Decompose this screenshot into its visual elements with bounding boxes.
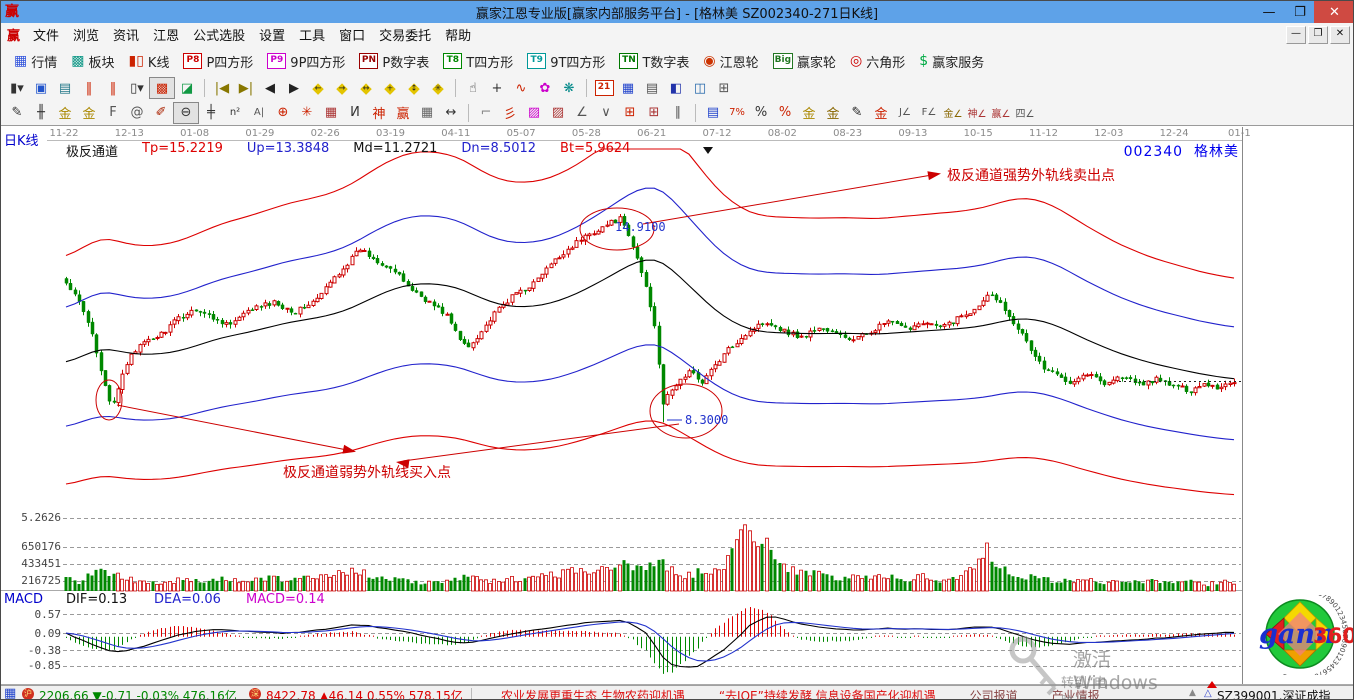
indicator-value: Bt=5.9624 [560, 141, 630, 160]
indicator-value: Md=11.2721 [353, 141, 437, 160]
logo-360-text: 360 [1313, 624, 1354, 648]
buy-point-annotation: 极反通道弱势外轨线买入点 [283, 462, 451, 482]
date-tick-08-23: 08-23 [825, 128, 871, 139]
volume-scale-label: 650176 [5, 540, 61, 553]
price-min-scale-label: 5.2626 [5, 511, 61, 524]
news-ticker: 农业发展更重生态 生物农药迎机遇 “去IOE”持续发酵 信息设备国产化迎机遇 公司报… [501, 687, 1100, 700]
macd-value: MACD=0.14 [246, 592, 325, 607]
sell-annotation-line [643, 175, 932, 224]
channel-dn-line [66, 345, 1234, 440]
macd-scale-label: 0.57 [5, 608, 61, 621]
date-tick-08-02: 08-02 [759, 128, 805, 139]
macd-scale-label: -0.85 [5, 659, 61, 672]
shenzhen-index-icon: 深 [249, 688, 261, 700]
buy-annotation-line-1 [117, 405, 347, 450]
buy-annotation-arrow-1 [342, 445, 356, 454]
application-window: 赢 赢家江恩专业版[赢家内部服务平台] - [格林美 SZ002340-271日… [0, 0, 1354, 700]
trough-price-label: 8.3000 [685, 413, 728, 427]
date-tick-11-12: 11-12 [1021, 128, 1067, 139]
index-flag-icon: △ [1204, 688, 1212, 699]
news-item[interactable]: 公司报道 [970, 687, 1018, 700]
symbol-code: 002340 [1124, 144, 1183, 160]
symbol-name: 格林美 [1194, 144, 1239, 160]
date-tick-01-08: 01-08 [172, 128, 218, 139]
news-item[interactable]: 产业情报 [1052, 687, 1100, 700]
macd-header: MACD DIF=0.13 DEA=0.06 MACD=0.14 [4, 592, 325, 607]
date-tick-07-12: 07-12 [694, 128, 740, 139]
macd-dea-value: DEA=0.06 [154, 592, 246, 607]
status-bar: ▦ 沪 2206.66 ▼-0.71 -0.03% 476.16亿 深 8422… [1, 685, 1353, 700]
shanghai-index-icon: 沪 [22, 688, 34, 700]
date-tick-12-24: 12-24 [1151, 128, 1197, 139]
channel-indicator-header: 极反通道 Tp=15.2219 Up=13.3848 Md=11.2721 Dn=8.… [66, 141, 630, 160]
crash-circle-marker [650, 384, 722, 438]
news-item[interactable]: “去IOE”持续发酵 信息设备国产化迎机遇 [719, 687, 936, 700]
channel-bottom-line [66, 421, 1234, 495]
market-grid-icon[interactable]: ▦ [4, 686, 16, 700]
sell-annotation-arrow [927, 171, 941, 180]
date-tick-03-19: 03-19 [368, 128, 414, 139]
indicator-name[interactable]: 极反通道 [66, 141, 118, 160]
volume-scale-label: 216725 [5, 574, 61, 587]
date-tick-10-15: 10-15 [955, 128, 1001, 139]
indicator-value: Tp=15.2219 [142, 141, 223, 160]
peak-price-label: 14.9100 [615, 220, 666, 234]
date-marker-triangle [703, 147, 713, 154]
date-tick-05-28: 05-28 [563, 128, 609, 139]
date-tick-12-13: 12-13 [106, 128, 152, 139]
gann360-logo: 2345678901234567890123456789012345 gann … [1247, 595, 1354, 675]
current-index-label[interactable]: SZ399001,深证成指 [1217, 687, 1330, 700]
date-tick-11-22: 11-22 [41, 128, 87, 139]
date-tick-12-03: 12-03 [1086, 128, 1132, 139]
symbol-label: 002340 格林美 [1021, 141, 1239, 161]
date-tick-04-11: 04-11 [433, 128, 479, 139]
date-tick-06-21: 06-21 [629, 128, 675, 139]
indicator-value: Dn=8.5012 [461, 141, 536, 160]
volume-scale-label: 433451 [5, 557, 61, 570]
shanghai-index-quote[interactable]: 2206.66 ▼-0.71 -0.03% 476.16亿 [39, 687, 237, 700]
date-tick-01-29: 01-29 [237, 128, 283, 139]
buy-annotation-line-2 [403, 424, 679, 461]
status-separator [471, 688, 472, 700]
date-tick-01-1: 01-1 [1216, 128, 1262, 139]
panel-type-label[interactable]: 日K线 [4, 130, 39, 149]
candle-bodies-up [117, 217, 1236, 404]
ticker-scroll-spinner[interactable]: ▲ [1189, 688, 1196, 698]
macd-dif-value: DIF=0.13 [66, 592, 154, 607]
news-item[interactable]: 农业发展更重生态 生物农药迎机遇 [501, 687, 685, 700]
macd-scale-label: 0.09 [5, 627, 61, 640]
red-up-arrow-marker [1207, 681, 1217, 688]
macd-label[interactable]: MACD [4, 592, 66, 607]
indicator-value: Up=13.3848 [247, 141, 329, 160]
sell-point-annotation: 极反通道强势外轨线卖出点 [947, 165, 1115, 185]
date-tick-05-07: 05-07 [498, 128, 544, 139]
shenzhen-index-quote[interactable]: 8422.78 ▲46.14 0.55% 578.15亿 [266, 687, 463, 700]
macd-histogram-negative [67, 637, 1092, 674]
macd-scale-label: -0.38 [5, 644, 61, 657]
date-tick-09-13: 09-13 [890, 128, 936, 139]
date-tick-02-26: 02-26 [302, 128, 348, 139]
